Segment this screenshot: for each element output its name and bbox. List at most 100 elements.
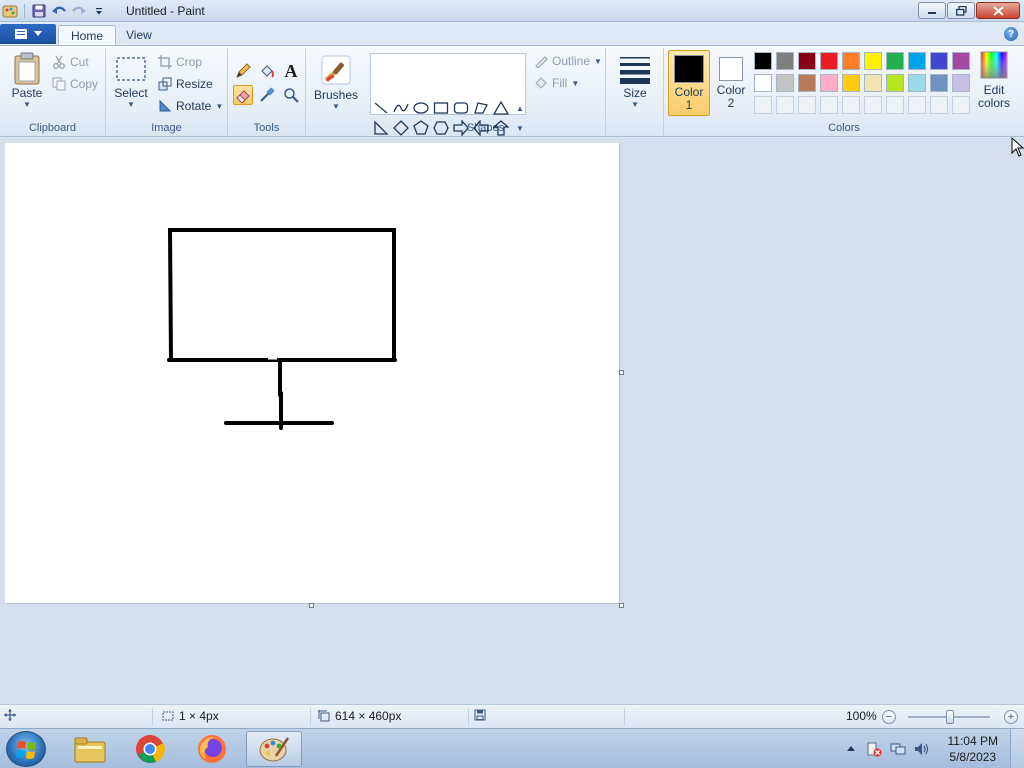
rounded-rectangle-shape-icon[interactable]	[451, 98, 471, 118]
curve-shape-icon[interactable]	[391, 98, 411, 118]
paint-menu-button[interactable]	[0, 24, 56, 44]
tab-home[interactable]: Home	[58, 25, 117, 46]
clock[interactable]: 11:04 PM 5/8/2023	[948, 733, 998, 765]
palette-swatch[interactable]	[798, 52, 816, 70]
palette-swatch[interactable]	[864, 74, 882, 92]
rotate-button[interactable]: Rotate ▼	[158, 99, 223, 113]
canvas-resize-handle-bottom[interactable]	[309, 603, 314, 608]
tray-expand-icon[interactable]	[846, 744, 856, 754]
close-button[interactable]	[976, 2, 1020, 19]
shapes-scroll-down-icon[interactable]: ▼	[514, 118, 526, 138]
custom-color-slot[interactable]	[754, 96, 772, 114]
text-tool-icon[interactable]: A	[281, 61, 301, 81]
palette-swatch[interactable]	[930, 52, 948, 70]
show-desktop-button[interactable]	[1010, 729, 1024, 768]
zoom-out-button[interactable]: −	[882, 710, 896, 724]
outline-button[interactable]: Outline ▼	[534, 54, 602, 68]
edit-colors-button[interactable]: Edit colors	[974, 50, 1014, 110]
restore-button[interactable]	[947, 2, 975, 19]
palette-swatch[interactable]	[754, 74, 772, 92]
palette-swatch[interactable]	[864, 52, 882, 70]
canvas-resize-handle-right[interactable]	[619, 370, 624, 375]
drawing-canvas[interactable]	[5, 143, 619, 603]
size-dropdown-icon[interactable]: ▼	[631, 100, 639, 109]
select-dropdown-icon[interactable]: ▼	[127, 100, 135, 109]
palette-swatch[interactable]	[776, 74, 794, 92]
redo-icon[interactable]	[71, 3, 87, 19]
custom-color-slot[interactable]	[798, 96, 816, 114]
palette-swatch[interactable]	[952, 52, 970, 70]
resize-button[interactable]: Resize	[158, 77, 213, 91]
palette-swatch[interactable]	[886, 74, 904, 92]
palette-swatch[interactable]	[842, 52, 860, 70]
cut-button[interactable]: Cut	[52, 55, 89, 69]
start-button[interactable]	[6, 731, 46, 767]
custom-color-slot[interactable]	[820, 96, 838, 114]
brushes-dropdown-icon[interactable]: ▼	[332, 102, 340, 111]
custom-color-slot[interactable]	[776, 96, 794, 114]
size-button[interactable]: Size ▼	[616, 52, 654, 109]
eraser-icon[interactable]	[233, 85, 253, 105]
palette-swatch[interactable]	[776, 52, 794, 70]
custom-color-slot[interactable]	[842, 96, 860, 114]
custom-color-slot[interactable]	[864, 96, 882, 114]
palette-swatch[interactable]	[952, 74, 970, 92]
color2-button[interactable]: Color 2	[710, 50, 752, 116]
zoom-in-button[interactable]: +	[1004, 710, 1018, 724]
hexagon-shape-icon[interactable]	[431, 118, 451, 138]
taskbar-firefox[interactable]	[184, 731, 240, 767]
network-icon[interactable]	[890, 741, 906, 757]
paste-button[interactable]: Paste ▼	[8, 52, 46, 109]
volume-icon[interactable]	[914, 741, 930, 757]
polygon-shape-icon[interactable]	[471, 98, 491, 118]
shapes-scroll-up-icon[interactable]: ▲	[514, 98, 526, 118]
help-icon[interactable]: ?	[1004, 27, 1018, 41]
custom-color-slot[interactable]	[886, 96, 904, 114]
tab-view[interactable]: View	[114, 25, 164, 46]
action-center-icon[interactable]	[866, 741, 882, 757]
diamond-shape-icon[interactable]	[391, 118, 411, 138]
line-shape-icon[interactable]	[371, 98, 391, 118]
brushes-button[interactable]: Brushes ▼	[312, 52, 360, 111]
paste-dropdown-icon[interactable]: ▼	[23, 100, 31, 109]
custom-color-slot[interactable]	[952, 96, 970, 114]
fill-button[interactable]: Fill ▼	[534, 76, 579, 90]
rotate-dropdown-icon[interactable]: ▼	[215, 102, 223, 111]
pentagon-shape-icon[interactable]	[411, 118, 431, 138]
palette-swatch[interactable]	[886, 52, 904, 70]
palette-swatch[interactable]	[842, 74, 860, 92]
undo-icon[interactable]	[51, 3, 67, 19]
palette-swatch[interactable]	[930, 74, 948, 92]
pencil-icon[interactable]	[233, 61, 253, 81]
up-arrow-shape-icon[interactable]	[491, 118, 511, 138]
magnifier-icon[interactable]	[281, 85, 301, 105]
palette-swatch[interactable]	[798, 74, 816, 92]
taskbar-paint[interactable]	[246, 731, 302, 767]
rectangle-shape-icon[interactable]	[431, 98, 451, 118]
canvas-resize-handle-corner[interactable]	[619, 603, 624, 608]
minimize-button[interactable]	[918, 2, 946, 19]
right-arrow-shape-icon[interactable]	[451, 118, 471, 138]
zoom-slider-thumb[interactable]	[946, 710, 954, 724]
custom-color-slot[interactable]	[908, 96, 926, 114]
right-triangle-shape-icon[interactable]	[371, 118, 391, 138]
crop-button[interactable]: Crop	[158, 55, 202, 69]
select-button[interactable]: Select ▼	[112, 52, 150, 109]
palette-swatch[interactable]	[908, 52, 926, 70]
left-arrow-shape-icon[interactable]	[471, 118, 491, 138]
oval-shape-icon[interactable]	[411, 98, 431, 118]
save-icon[interactable]	[31, 3, 47, 19]
custom-color-slot[interactable]	[930, 96, 948, 114]
taskbar-file-explorer[interactable]	[62, 731, 118, 767]
triangle-shape-icon[interactable]	[491, 98, 511, 118]
copy-button[interactable]: Copy	[52, 77, 98, 91]
palette-swatch[interactable]	[820, 74, 838, 92]
palette-swatch[interactable]	[754, 52, 772, 70]
fill-bucket-icon[interactable]	[257, 61, 277, 81]
palette-swatch[interactable]	[820, 52, 838, 70]
color1-button[interactable]: Color 1	[668, 50, 710, 116]
paint-app-icon[interactable]	[2, 3, 18, 19]
customize-qat-icon[interactable]	[91, 3, 107, 19]
palette-swatch[interactable]	[908, 74, 926, 92]
color-picker-icon[interactable]	[257, 85, 277, 105]
